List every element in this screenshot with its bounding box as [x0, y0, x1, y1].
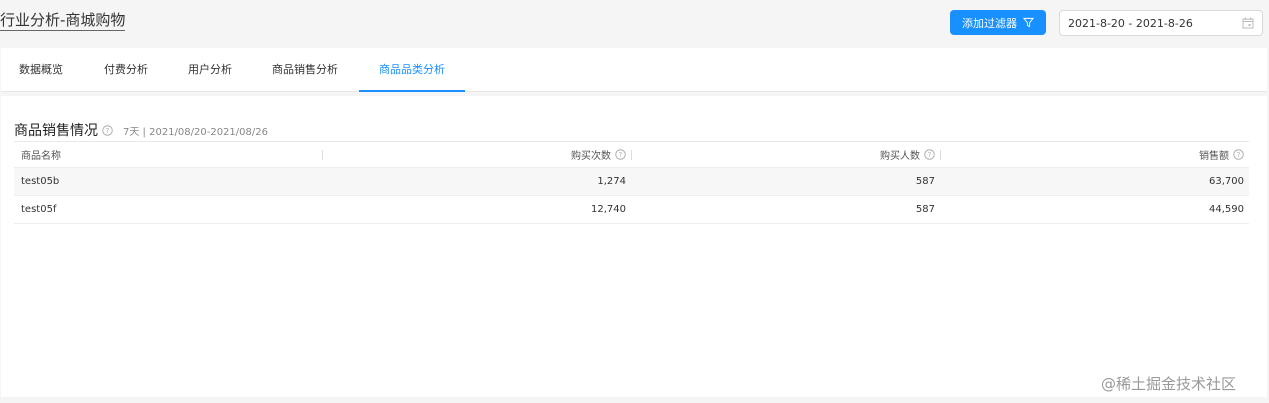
- help-icon[interactable]: ?: [615, 149, 626, 160]
- active-tab-indicator: [359, 90, 465, 92]
- cell-product-name: test05f: [21, 204, 57, 215]
- sales-table: 商品名称 购买次数 ? 购买人数 ? 销售额 ? test05b 1,274 5…: [14, 141, 1249, 224]
- svg-text:?: ?: [106, 126, 110, 134]
- column-header-buyer-count[interactable]: 购买人数 ?: [641, 142, 935, 167]
- svg-text:?: ?: [619, 151, 623, 159]
- add-filter-button[interactable]: 添加过滤器: [950, 10, 1046, 35]
- cell-sales-amount: 44,590: [1209, 204, 1244, 215]
- date-range-value: 2021-8-20 - 2021-8-26: [1068, 16, 1193, 30]
- section-subtitle: 7天 | 2021/08/20-2021/08/26: [123, 126, 268, 138]
- tab-user-analysis[interactable]: 用户分析: [188, 48, 232, 92]
- cell-buyer-count: 587: [915, 204, 935, 215]
- column-header-label: 购买次数: [571, 151, 611, 162]
- watermark: @稀土掘金技术社区: [1101, 375, 1237, 393]
- main-content: 商品销售情况 ? 7天 | 2021/08/20-2021/08/26 商品名称…: [1, 96, 1267, 397]
- cell-purchase-count: 1,274: [597, 176, 626, 187]
- table-row[interactable]: test05f 12,740 587 44,590: [14, 196, 1249, 224]
- calendar-icon: [1242, 17, 1254, 29]
- column-header-label: 购买人数: [880, 151, 920, 162]
- page-header: 行业分析-商城购物 添加过滤器 2021-8-20 - 2021-8-26: [0, 0, 1269, 46]
- cell-buyer-count: 587: [915, 176, 935, 187]
- column-header-sales-amount[interactable]: 销售额 ?: [950, 142, 1244, 167]
- column-divider: [631, 150, 632, 160]
- section-title: 商品销售情况: [14, 123, 98, 139]
- section-header: 商品销售情况 ? 7天 | 2021/08/20-2021/08/26: [14, 120, 268, 140]
- table-header-row: 商品名称 购买次数 ? 购买人数 ? 销售额 ?: [14, 142, 1249, 168]
- page-title[interactable]: 行业分析-商城购物: [0, 11, 126, 31]
- column-header-product-name[interactable]: 商品名称: [21, 142, 321, 167]
- help-icon[interactable]: ?: [924, 149, 935, 160]
- svg-text:?: ?: [1237, 151, 1241, 159]
- add-filter-label: 添加过滤器: [962, 16, 1017, 30]
- help-icon[interactable]: ?: [102, 124, 113, 136]
- date-range-picker[interactable]: 2021-8-20 - 2021-8-26: [1059, 10, 1263, 36]
- cell-product-name: test05b: [21, 176, 60, 187]
- cell-sales-amount: 63,700: [1209, 176, 1244, 187]
- column-header-label: 销售额: [1199, 151, 1229, 162]
- column-divider: [322, 150, 323, 160]
- tab-product-sales-analysis[interactable]: 商品销售分析: [272, 48, 338, 92]
- column-divider: [940, 150, 941, 160]
- cell-purchase-count: 12,740: [591, 204, 626, 215]
- tab-data-overview[interactable]: 数据概览: [19, 48, 63, 92]
- column-header-purchase-count[interactable]: 购买次数 ?: [332, 142, 626, 167]
- svg-text:?: ?: [928, 151, 932, 159]
- tab-bar: 数据概览 付费分析 用户分析 商品销售分析 商品品类分析: [1, 48, 1267, 92]
- filter-icon: [1023, 17, 1034, 28]
- tab-payment-analysis[interactable]: 付费分析: [104, 48, 148, 92]
- help-icon[interactable]: ?: [1233, 149, 1244, 160]
- table-row[interactable]: test05b 1,274 587 63,700: [14, 168, 1249, 196]
- tab-product-category-analysis[interactable]: 商品品类分析: [379, 48, 445, 92]
